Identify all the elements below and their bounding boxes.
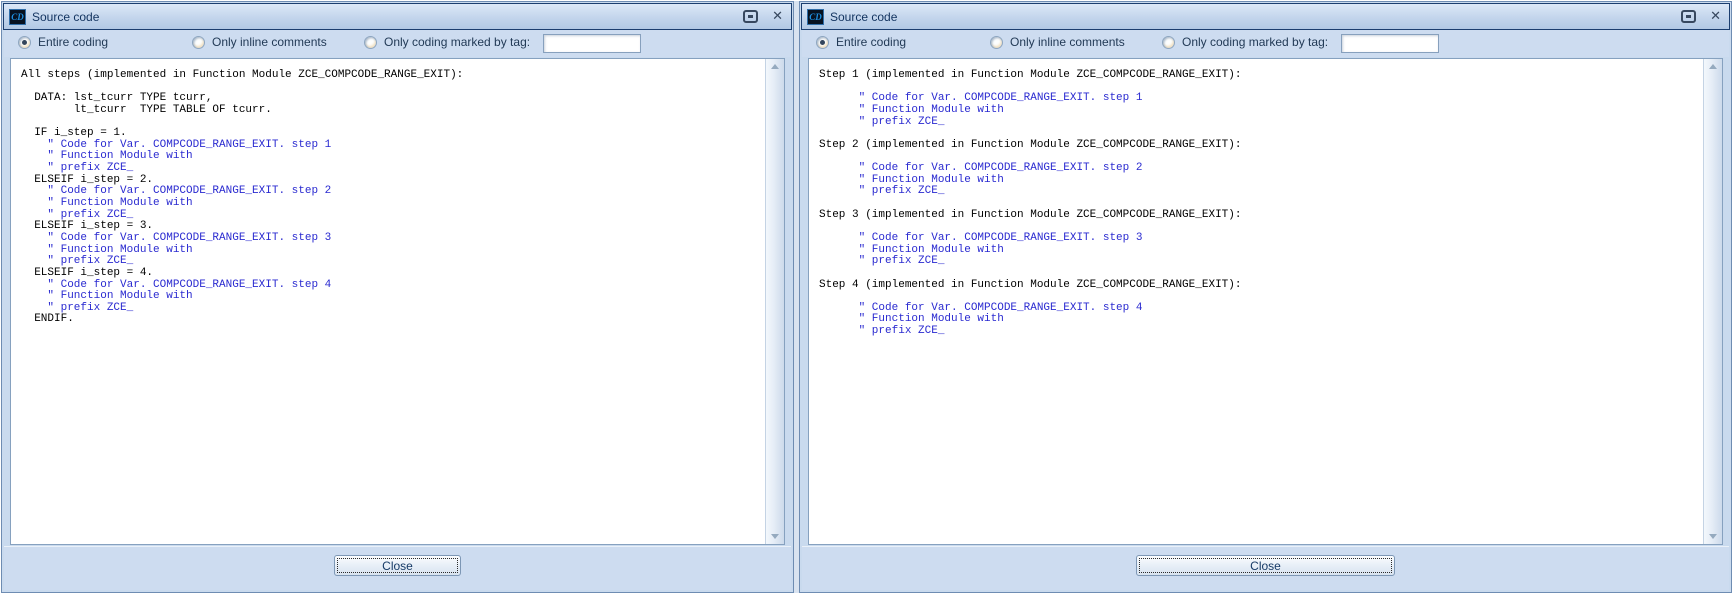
code-line-comment: " prefix ZCE_ — [819, 186, 1703, 198]
radio-entire-coding[interactable]: Entire coding — [18, 35, 108, 49]
radio-entire-coding[interactable]: Entire coding — [816, 35, 906, 49]
close-icon[interactable]: ✕ — [772, 10, 783, 23]
close-icon[interactable]: ✕ — [1710, 10, 1721, 23]
code-line: Step 2 (implemented in Function Module Z… — [819, 140, 1703, 152]
radio-only-inline-comments[interactable]: Only inline comments — [990, 35, 1125, 49]
code-line-comment: " Function Module with — [21, 198, 765, 210]
radio-icon — [18, 36, 31, 49]
desktop-background: CD Source code ✕ Entire coding Only inli… — [0, 0, 1733, 600]
titlebar[interactable]: CD Source code ✕ — [801, 3, 1730, 30]
code-line-comment: " prefix ZCE_ — [21, 303, 765, 315]
scroll-up-icon[interactable] — [1709, 64, 1717, 69]
filter-row: Entire coding Only inline comments Only … — [4, 30, 791, 57]
code-line: Step 3 (implemented in Function Module Z… — [819, 210, 1703, 222]
footer-bar: Close — [4, 546, 791, 590]
scroll-up-icon[interactable] — [771, 64, 779, 69]
code-line-comment: " Function Module with — [819, 245, 1703, 257]
window-title: Source code — [32, 10, 743, 24]
code-line: ENDIF. — [21, 314, 765, 326]
radio-label: Only inline comments — [1010, 35, 1125, 49]
scroll-down-icon[interactable] — [1709, 534, 1717, 539]
code-line — [819, 198, 1703, 210]
code-line — [21, 117, 765, 129]
window-title: Source code — [830, 10, 1681, 24]
close-button[interactable]: Close — [334, 555, 461, 576]
code-line-comment: " prefix ZCE_ — [819, 256, 1703, 268]
code-panel: All steps (implemented in Function Modul… — [10, 58, 785, 545]
code-line-comment: " Function Module with — [819, 105, 1703, 117]
code-line-comment: " Code for Var. COMPCODE_RANGE_EXIT. ste… — [21, 233, 765, 245]
code-line — [819, 268, 1703, 280]
code-line-comment: " prefix ZCE_ — [819, 326, 1703, 338]
scroll-down-icon[interactable] — [771, 534, 779, 539]
app-logo-icon: CD — [9, 9, 26, 25]
code-line-comment: " Code for Var. COMPCODE_RANGE_EXIT. ste… — [819, 233, 1703, 245]
app-logo-icon: CD — [807, 9, 824, 25]
tag-input[interactable] — [1341, 34, 1439, 53]
code-view[interactable]: Step 1 (implemented in Function Module Z… — [809, 59, 1703, 544]
radio-icon — [816, 36, 829, 49]
radio-label: Entire coding — [836, 35, 906, 49]
radio-only-coding-marked-by-tag[interactable]: Only coding marked by tag: — [364, 35, 530, 49]
radio-icon — [192, 36, 205, 49]
source-code-window-all-steps: CD Source code ✕ Entire coding Only inli… — [1, 1, 794, 593]
titlebar[interactable]: CD Source code ✕ — [3, 3, 792, 30]
source-code-window-steps: CD Source code ✕ Entire coding Only inli… — [799, 1, 1732, 593]
window-controls: ✕ — [743, 10, 783, 23]
window-controls: ✕ — [1681, 10, 1721, 23]
radio-icon — [1162, 36, 1175, 49]
restore-icon[interactable] — [743, 10, 758, 23]
vertical-scrollbar[interactable] — [765, 59, 784, 544]
close-button[interactable]: Close — [1136, 555, 1395, 576]
filter-row: Entire coding Only inline comments Only … — [802, 30, 1729, 57]
code-line: Step 4 (implemented in Function Module Z… — [819, 280, 1703, 292]
restore-icon[interactable] — [1681, 10, 1696, 23]
footer-bar: Close — [802, 546, 1729, 590]
radio-label: Only coding marked by tag: — [384, 35, 530, 49]
radio-icon — [990, 36, 1003, 49]
code-view[interactable]: All steps (implemented in Function Modul… — [11, 59, 765, 544]
code-line-comment: " prefix ZCE_ — [819, 117, 1703, 129]
radio-label: Only inline comments — [212, 35, 327, 49]
radio-icon — [364, 36, 377, 49]
code-line-comment: " Function Module with — [819, 175, 1703, 187]
tag-input[interactable] — [543, 34, 641, 53]
radio-only-inline-comments[interactable]: Only inline comments — [192, 35, 327, 49]
code-line-comment: " Function Module with — [819, 314, 1703, 326]
code-panel: Step 1 (implemented in Function Module Z… — [808, 58, 1723, 545]
code-line: lt_tcurr TYPE TABLE OF tcurr. — [21, 105, 765, 117]
code-line: ELSEIF i_step = 4. — [21, 268, 765, 280]
code-line: All steps (implemented in Function Modul… — [21, 70, 765, 82]
radio-label: Only coding marked by tag: — [1182, 35, 1328, 49]
code-line: Step 1 (implemented in Function Module Z… — [819, 70, 1703, 82]
radio-label: Entire coding — [38, 35, 108, 49]
vertical-scrollbar[interactable] — [1703, 59, 1722, 544]
radio-only-coding-marked-by-tag[interactable]: Only coding marked by tag: — [1162, 35, 1328, 49]
